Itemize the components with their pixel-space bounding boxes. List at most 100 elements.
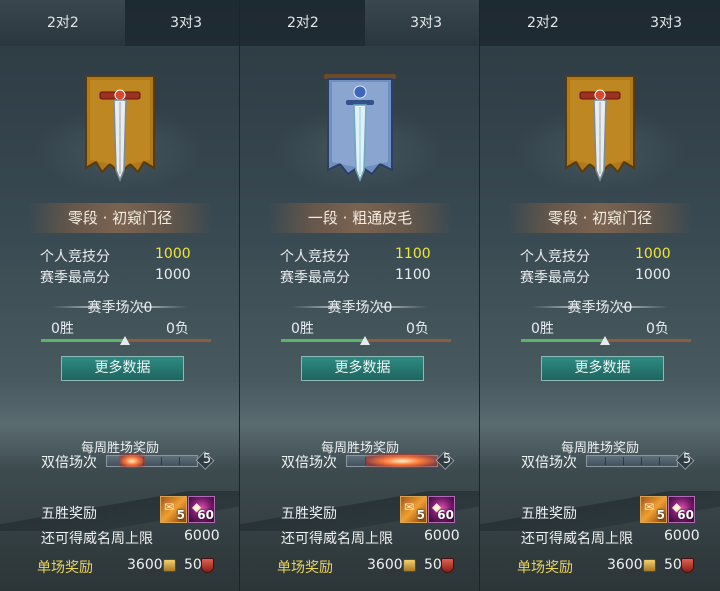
reward-item-gem[interactable]: ◆ 60 bbox=[668, 496, 695, 523]
double-count: 5 bbox=[682, 452, 692, 467]
mode-tabs: 2对2 3对3 bbox=[480, 0, 720, 46]
reward-item-gem[interactable]: ◆ 60 bbox=[428, 496, 455, 523]
win-ratio-fill bbox=[521, 339, 605, 342]
season-high-label: 赛季最高分 bbox=[520, 270, 590, 286]
reward-item-scroll-count: 5 bbox=[656, 508, 665, 522]
arena-panels: 2对2 3对3 零段 · 初窥门径 个人竞技分 1000 赛季最高分 1000 … bbox=[0, 0, 720, 591]
fame-cap-value: 6000 bbox=[184, 528, 220, 544]
season-high-value: 1100 bbox=[395, 267, 431, 283]
win-loss-marker-icon bbox=[360, 336, 370, 345]
rank-title: 零段 · 初窥门径 bbox=[508, 203, 692, 233]
tab-2v2[interactable]: 2对2 bbox=[0, 0, 125, 46]
five-win-reward-label: 五胜奖励 bbox=[281, 506, 337, 522]
fame-cap-value: 6000 bbox=[424, 528, 460, 544]
rank-title: 一段 · 粗通皮毛 bbox=[268, 203, 452, 233]
fame-shield-icon bbox=[201, 558, 214, 573]
double-matches-bar bbox=[586, 455, 678, 467]
double-progress-glow bbox=[119, 454, 145, 468]
win-ratio-fill bbox=[281, 339, 365, 342]
fame-cap-label: 还可得威名周上限 bbox=[281, 531, 393, 547]
arena-panel-2: 2对2 3对3 一段 · 粗通皮毛 个人竞技分 1100 赛季最高分 1100 … bbox=[240, 0, 480, 591]
wins-count: 0胜 bbox=[531, 321, 554, 337]
tab-3v3[interactable]: 3对3 bbox=[364, 0, 479, 46]
single-reward-fame: 50 bbox=[424, 557, 442, 573]
arena-panel-1: 2对2 3对3 零段 · 初窥门径 个人竞技分 1000 赛季最高分 1000 … bbox=[0, 0, 240, 591]
fame-cap-label: 还可得威名周上限 bbox=[521, 531, 633, 547]
tab-3v3[interactable]: 3对3 bbox=[125, 0, 240, 46]
five-win-reward-label: 五胜奖励 bbox=[521, 506, 577, 522]
double-matches-label: 双倍场次 bbox=[281, 455, 337, 471]
season-high-row: 赛季最高分 1000 bbox=[520, 267, 690, 287]
wins-count: 0胜 bbox=[51, 321, 74, 337]
win-loss-marker-icon bbox=[120, 336, 130, 345]
tab-3v3[interactable]: 3对3 bbox=[605, 0, 720, 46]
reward-item-scroll[interactable]: ✉ 5 bbox=[400, 496, 427, 523]
single-reward-label: 单场奖励 bbox=[517, 560, 573, 576]
single-reward-coins: 3600 bbox=[127, 557, 163, 573]
mode-tabs: 2对2 3对3 bbox=[0, 0, 240, 46]
fame-cap-label: 还可得威名周上限 bbox=[41, 531, 153, 547]
season-matches: 赛季场次0 bbox=[567, 300, 633, 316]
personal-score-value: 1000 bbox=[155, 246, 191, 262]
personal-score-row: 个人竞技分 1000 bbox=[40, 246, 210, 266]
reward-item-gem-count: 60 bbox=[437, 508, 454, 522]
season-high-row: 赛季最高分 1000 bbox=[40, 267, 210, 287]
reward-item-scroll-count: 5 bbox=[416, 508, 425, 522]
reward-item-gem[interactable]: ◆ 60 bbox=[188, 496, 215, 523]
gold-banner-sword-icon bbox=[565, 75, 635, 183]
double-matches-bar bbox=[106, 454, 198, 468]
reward-item-scroll[interactable]: ✉ 5 bbox=[640, 496, 667, 523]
tab-2v2[interactable]: 2对2 bbox=[480, 0, 605, 46]
wins-count: 0胜 bbox=[291, 321, 314, 337]
personal-score-row: 个人竞技分 1100 bbox=[280, 246, 450, 266]
season-high-label: 赛季最高分 bbox=[280, 270, 350, 286]
season-high-value: 1000 bbox=[155, 267, 191, 283]
season-matches: 赛季场次0 bbox=[87, 300, 153, 316]
single-reward-label: 单场奖励 bbox=[37, 560, 93, 576]
personal-score-value: 1100 bbox=[395, 246, 431, 262]
single-reward-coins: 3600 bbox=[367, 557, 403, 573]
more-data-button[interactable]: 更多数据 bbox=[301, 356, 424, 381]
single-reward-label: 单场奖励 bbox=[277, 560, 333, 576]
reward-item-gem-count: 60 bbox=[677, 508, 694, 522]
win-ratio-fill bbox=[41, 339, 125, 342]
win-loss-marker-icon bbox=[600, 336, 610, 345]
single-reward-fame: 50 bbox=[664, 557, 682, 573]
double-count: 5 bbox=[442, 452, 452, 467]
orange-scroll-icon: ✉ bbox=[404, 500, 415, 514]
more-data-button[interactable]: 更多数据 bbox=[61, 356, 184, 381]
double-matches-bar bbox=[346, 454, 439, 468]
fame-shield-icon bbox=[441, 558, 454, 573]
coin-icon bbox=[643, 559, 656, 572]
losses-count: 0负 bbox=[406, 321, 429, 337]
gold-banner-sword-icon bbox=[85, 75, 155, 183]
season-high-row: 赛季最高分 1100 bbox=[280, 267, 450, 287]
losses-count: 0负 bbox=[166, 321, 189, 337]
tab-2v2[interactable]: 2对2 bbox=[240, 0, 365, 46]
reward-item-scroll-count: 5 bbox=[176, 508, 185, 522]
coin-icon bbox=[163, 559, 176, 572]
double-matches-label: 双倍场次 bbox=[521, 455, 577, 471]
fame-shield-icon bbox=[681, 558, 694, 573]
personal-score-label: 个人竞技分 bbox=[280, 249, 350, 265]
single-reward-coins: 3600 bbox=[607, 557, 643, 573]
reward-item-scroll[interactable]: ✉ 5 bbox=[160, 496, 187, 523]
blue-banner-sword-icon bbox=[324, 74, 396, 183]
orange-scroll-icon: ✉ bbox=[644, 500, 655, 514]
personal-score-label: 个人竞技分 bbox=[40, 249, 110, 265]
five-win-reward-label: 五胜奖励 bbox=[41, 506, 97, 522]
personal-score-row: 个人竞技分 1000 bbox=[520, 246, 690, 266]
season-high-value: 1000 bbox=[635, 267, 671, 283]
rank-title: 零段 · 初窥门径 bbox=[28, 203, 212, 233]
season-matches: 赛季场次0 bbox=[327, 300, 393, 316]
losses-count: 0负 bbox=[646, 321, 669, 337]
more-data-button[interactable]: 更多数据 bbox=[541, 356, 664, 381]
double-count: 5 bbox=[202, 452, 212, 467]
fame-cap-value: 6000 bbox=[664, 528, 700, 544]
reward-item-gem-count: 60 bbox=[197, 508, 214, 522]
personal-score-label: 个人竞技分 bbox=[520, 249, 590, 265]
double-progress-glow bbox=[365, 454, 439, 468]
personal-score-value: 1000 bbox=[635, 246, 671, 262]
orange-scroll-icon: ✉ bbox=[164, 500, 175, 514]
double-matches-label: 双倍场次 bbox=[41, 455, 97, 471]
